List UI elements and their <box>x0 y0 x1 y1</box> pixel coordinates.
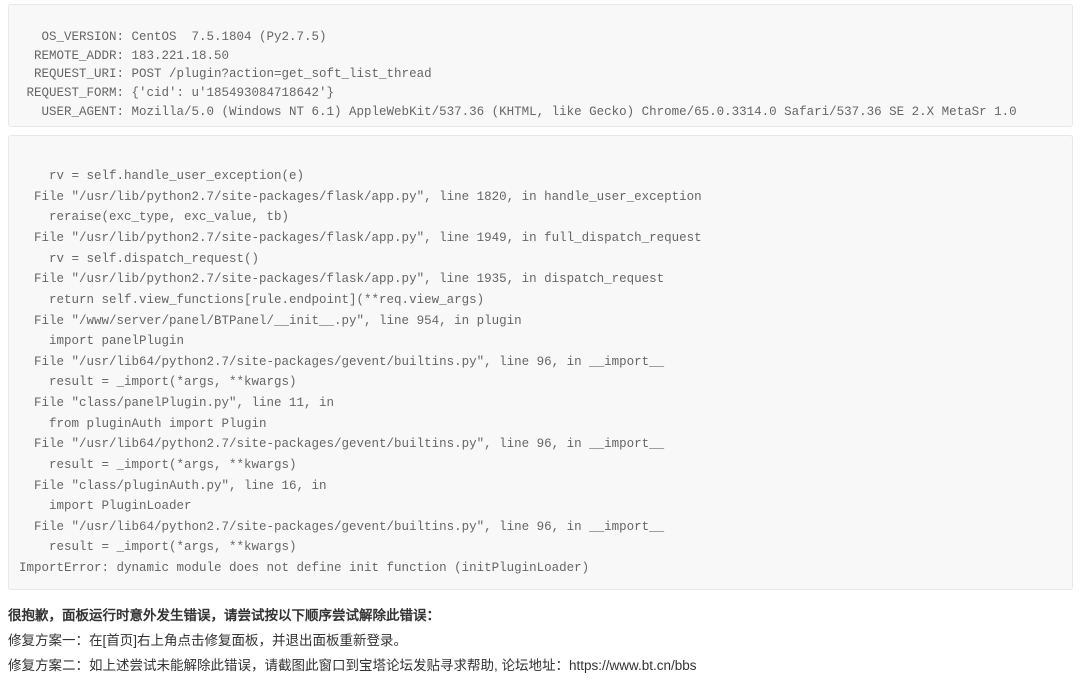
fix-option-1: 修复方案一：在[首页]右上角点击修复面板，并退出面板重新登录。 <box>8 629 1073 654</box>
error-message-title: 很抱歉，面板运行时意外发生错误，请尝试按以下顺序尝试解除此错误： <box>8 604 1073 629</box>
traceback-box: rv = self.handle_user_exception(e) File … <box>8 135 1073 590</box>
request-info-box: OS_VERSION: CentOS 7.5.1804 (Py2.7.5) RE… <box>8 4 1073 127</box>
error-message-block: 很抱歉，面板运行时意外发生错误，请尝试按以下顺序尝试解除此错误： 修复方案一：在… <box>0 598 1081 689</box>
traceback-text: rv = self.handle_user_exception(e) File … <box>19 169 702 575</box>
fix-option-2: 修复方案二：如上述尝试未能解除此错误，请截图此窗口到宝塔论坛发贴寻求帮助, 论坛… <box>8 654 1073 679</box>
request-info-text: OS_VERSION: CentOS 7.5.1804 (Py2.7.5) RE… <box>19 30 1017 119</box>
